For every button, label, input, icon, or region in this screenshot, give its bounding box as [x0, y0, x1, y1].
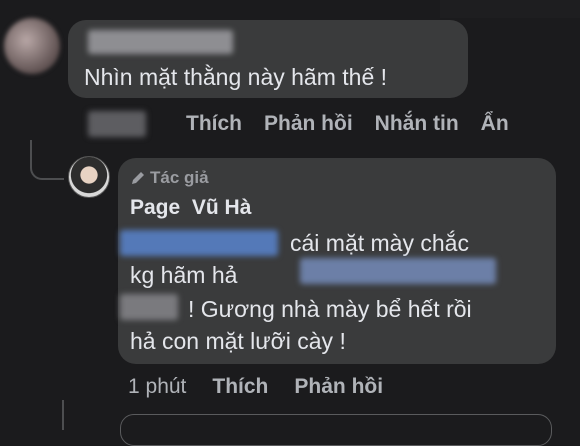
next-comment-bubble	[120, 414, 552, 446]
mention-redacted[interactable]	[300, 258, 496, 284]
author-badge-label: Tác giả	[150, 168, 209, 187]
like-button[interactable]: Thích	[186, 112, 242, 136]
comment-bubble: Nhìn mặt thằng này hãm thế !	[68, 20, 468, 98]
pencil-icon	[132, 172, 144, 184]
reply-text-line: cái mặt mày chắc	[290, 230, 469, 256]
hide-button[interactable]: Ẩn	[481, 112, 509, 136]
like-button[interactable]: Thích	[212, 375, 268, 399]
comment-text: Nhìn mặt thằng này hãm thế !	[84, 64, 388, 90]
reply-button[interactable]: Phản hồi	[264, 112, 353, 136]
comment-actions: Thích Phản hồi Nhắn tin Ẩn	[88, 108, 509, 140]
reply-bubble: Tác giả Page Vũ Hà cái mặt mày chắc kg h…	[118, 158, 556, 364]
reply-avatar[interactable]	[68, 156, 110, 198]
reply-text-line: hả con mặt lưỡi cày !	[130, 328, 346, 354]
avatar[interactable]	[4, 18, 60, 74]
comment-time-redacted	[88, 111, 146, 137]
message-button[interactable]: Nhắn tin	[375, 112, 459, 136]
reply-text-line: kg hãm hả	[130, 262, 238, 288]
reply-text-line: ! Gương nhà mày bể hết rồi	[188, 296, 472, 322]
reply-actions: 1 phút Thích Phản hồi	[128, 372, 383, 402]
background-strip	[440, 0, 580, 18]
mention-redacted[interactable]	[120, 294, 178, 320]
mention-redacted[interactable]	[120, 230, 278, 256]
reply-author-name[interactable]: Page Vũ Hà	[130, 196, 251, 220]
thread-connector	[30, 140, 64, 180]
author-badge: Tác giả	[130, 168, 209, 188]
reply-button[interactable]: Phản hồi	[294, 375, 383, 399]
reply-time[interactable]: 1 phút	[128, 375, 186, 399]
thread-connector	[62, 400, 64, 430]
commenter-name-redacted[interactable]	[88, 30, 233, 54]
